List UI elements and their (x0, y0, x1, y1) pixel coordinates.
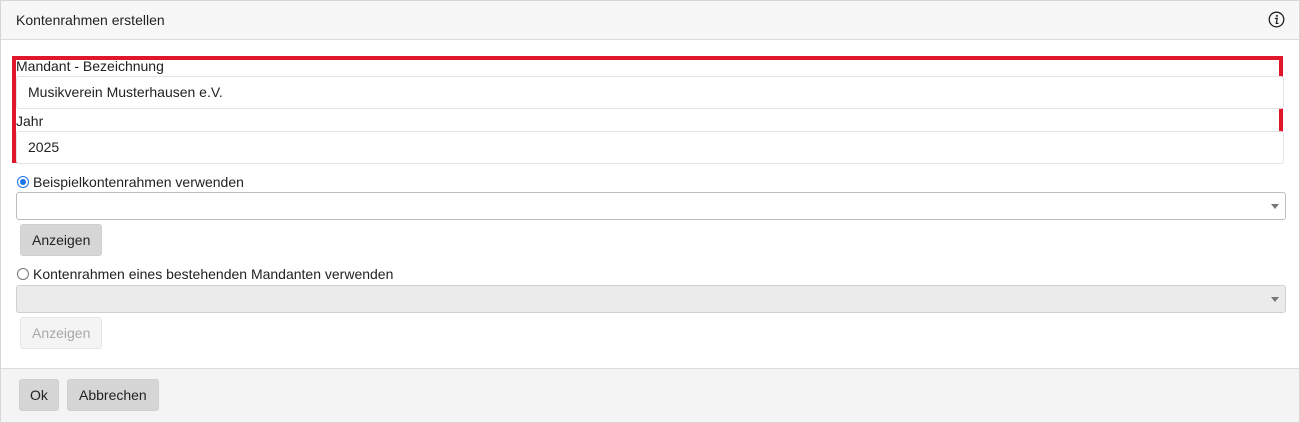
bestehend-anzeigen-button[interactable]: Anzeigen (20, 317, 103, 349)
chevron-down-icon (1271, 204, 1279, 209)
option-bestehend-label: Kontenrahmen eines bestehenden Mandanten… (33, 266, 394, 282)
chevron-down-icon (1271, 297, 1279, 302)
mandant-field[interactable]: Musikverein Musterhausen e.V. (16, 76, 1284, 109)
bestehend-select[interactable] (16, 285, 1286, 313)
dialog-title: Kontenrahmen erstellen (16, 12, 165, 28)
dialog-content: Mandant - Bezeichnung Musikverein Muster… (1, 40, 1299, 368)
mandant-label: Mandant - Bezeichnung (16, 58, 164, 74)
option-bestehend[interactable]: Kontenrahmen eines bestehenden Mandanten… (17, 266, 393, 282)
jahr-label: Jahr (16, 113, 44, 129)
jahr-field[interactable]: 2025 (16, 131, 1284, 164)
dialog-footer: Ok Abbrechen (1, 368, 1299, 422)
radio-beispiel[interactable] (17, 176, 29, 188)
dialog-titlebar: Kontenrahmen erstellen (1, 1, 1299, 40)
info-icon[interactable] (1268, 11, 1285, 28)
cancel-button[interactable]: Abbrechen (67, 379, 159, 411)
radio-bestehend[interactable] (17, 268, 29, 280)
beispiel-select[interactable] (16, 192, 1286, 220)
beispiel-anzeigen-button[interactable]: Anzeigen (20, 224, 103, 256)
ok-button[interactable]: Ok (19, 379, 59, 411)
option-beispiel[interactable]: Beispielkontenrahmen verwenden (17, 174, 244, 190)
dialog: Kontenrahmen erstellen Mandant - Bezeich… (0, 0, 1300, 423)
option-beispiel-label: Beispielkontenrahmen verwenden (33, 174, 244, 190)
